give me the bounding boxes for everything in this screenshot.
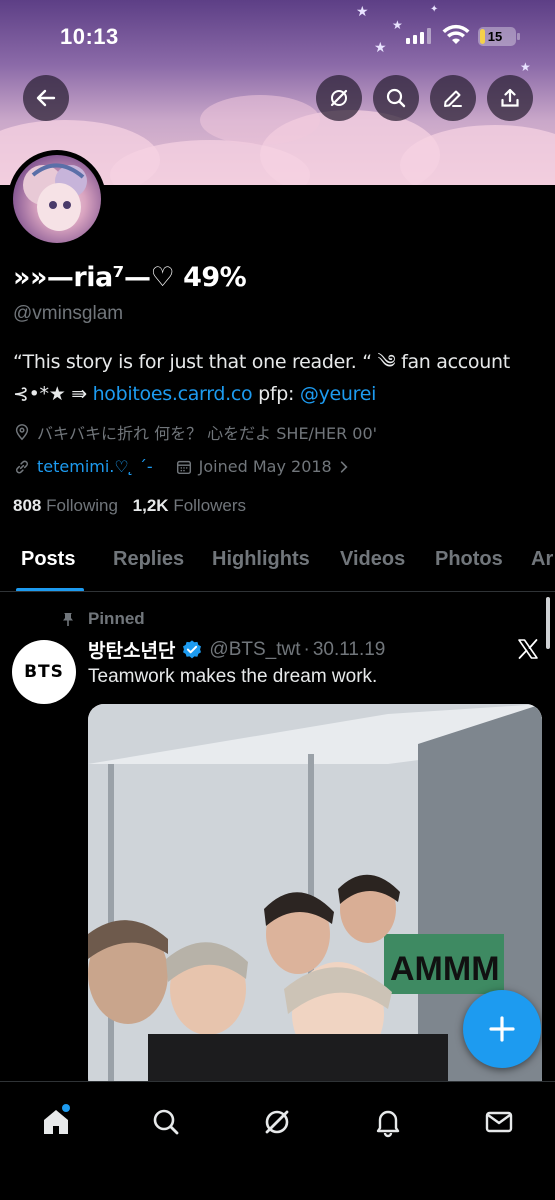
nav-grok[interactable]	[257, 1102, 297, 1142]
chevron-right-icon[interactable]	[336, 459, 352, 475]
nav-notifications[interactable]	[368, 1102, 408, 1142]
tab-posts[interactable]: Posts	[21, 548, 75, 571]
status-time: 10:13	[60, 24, 119, 49]
grok-icon	[265, 1110, 289, 1134]
arrow-left-icon	[36, 89, 56, 107]
bio-pfp-label: pfp:	[252, 383, 300, 405]
photo-sign-text: AMMM	[390, 950, 500, 988]
grok-button[interactable]	[316, 75, 362, 121]
tab-highlights[interactable]: Highlights	[212, 548, 310, 571]
profile-tabs: Posts Replies Highlights Videos Photos A…	[0, 538, 555, 592]
tweet-text: Teamwork makes the dream work.	[88, 666, 378, 687]
pinned-label: Pinned	[88, 609, 145, 628]
follow-counts: 808 Following 1,2K Followers	[13, 496, 246, 516]
bio-prefix: ⊰•*★ ⇛	[13, 383, 93, 405]
share-icon	[501, 88, 519, 107]
tweet-author-handle[interactable]: @BTS_twt	[209, 639, 300, 661]
avatar-image	[13, 155, 101, 243]
bio-link[interactable]: hobitoes.carrd.co	[93, 383, 253, 405]
location-text: バキバキに折れ 何を？ 心をだよ SHE/HER 00'	[37, 424, 378, 443]
status-bar: 10:13 15	[0, 0, 555, 70]
avatar-text: BTS	[24, 662, 64, 682]
cellular-signal-icon	[406, 28, 431, 44]
verified-badge-icon	[183, 639, 202, 658]
search-button[interactable]	[373, 75, 419, 121]
location-row: バキバキに折れ 何を？ 心をだよ SHE/HER 00'	[13, 420, 377, 444]
followers-link[interactable]: 1,2K Followers	[133, 496, 246, 515]
nav-messages[interactable]	[479, 1102, 519, 1142]
grok-icon	[330, 89, 348, 107]
display-name: »»—ria⁷—♡ 49%	[13, 262, 247, 293]
edit-button[interactable]	[430, 75, 476, 121]
tab-replies[interactable]: Replies	[113, 548, 184, 571]
profile-avatar[interactable]	[8, 150, 106, 248]
profile-handle: @vminsglam	[13, 303, 124, 324]
tweet-author-avatar[interactable]: BTS	[12, 640, 76, 704]
scrollbar[interactable]	[546, 597, 550, 649]
nav-search[interactable]	[146, 1102, 186, 1142]
calendar-icon	[176, 460, 191, 474]
notification-dot	[62, 1104, 70, 1112]
pinned-indicator: Pinned	[60, 609, 145, 629]
following-label: Following	[46, 496, 118, 515]
battery-icon: 15	[478, 27, 520, 46]
compose-post-button[interactable]	[463, 990, 541, 1068]
nav-home[interactable]	[36, 1102, 76, 1142]
location-pin-icon	[15, 424, 29, 441]
tweet-date[interactable]: 30.11.19	[313, 639, 386, 661]
following-link[interactable]: 808 Following	[13, 496, 118, 515]
banner-cloud	[200, 95, 320, 145]
share-button[interactable]	[487, 75, 533, 121]
website-link[interactable]: tetemimi.♡ ̨̨̨ ´-	[37, 457, 153, 476]
following-count: 808	[13, 496, 42, 515]
plus-icon	[489, 1016, 515, 1042]
tweet-author-name[interactable]: 방탄소년단	[88, 636, 175, 663]
bio-line: “This story is for just that one reader.…	[13, 351, 510, 373]
tweet-separator: ·	[303, 638, 310, 660]
x-logo-icon[interactable]	[516, 637, 540, 661]
bio-mention[interactable]: @yeurei	[300, 383, 377, 405]
followers-count: 1,2K	[132, 496, 169, 515]
search-icon	[153, 1109, 179, 1135]
profile-bio: “This story is for just that one reader.…	[13, 346, 543, 410]
search-icon	[386, 88, 406, 108]
notifications-icon	[376, 1110, 400, 1138]
edit-icon	[444, 90, 462, 107]
tab-photos[interactable]: Photos	[435, 548, 503, 571]
pin-icon	[63, 613, 73, 626]
followers-label: Followers	[173, 496, 247, 515]
bottom-navigation	[0, 1081, 555, 1200]
messages-icon	[485, 1111, 513, 1133]
wifi-icon	[442, 24, 470, 44]
bio-line: ⊰•*★ ⇛ hobitoes.carrd.co pfp: @yeurei	[13, 378, 543, 410]
tab-videos[interactable]: Videos	[340, 548, 405, 571]
link-icon	[16, 460, 28, 473]
back-button[interactable]	[23, 75, 69, 121]
tweet-header: 방탄소년단 @BTS_twt · 30.11.19	[88, 636, 385, 663]
active-tab-indicator	[16, 588, 84, 591]
website-joined-row: tetemimi.♡ ̨̨̨ ´- Joined May 2018	[13, 457, 358, 476]
joined-date[interactable]: Joined May 2018	[199, 457, 332, 476]
battery-level: 15	[487, 29, 503, 44]
tab-articles[interactable]: Ar	[531, 548, 553, 571]
